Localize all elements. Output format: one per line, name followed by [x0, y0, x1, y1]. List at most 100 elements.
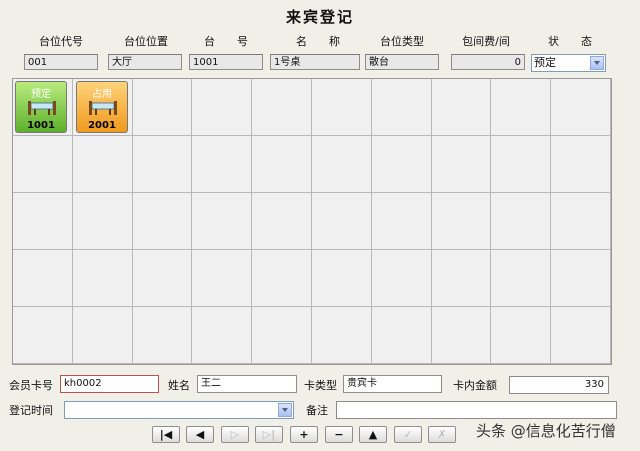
table-tile-status: 预定	[31, 89, 51, 100]
grid-cell[interactable]	[551, 193, 611, 250]
table-no-field[interactable]: 1001	[189, 54, 263, 70]
column-header-status: 状 态	[548, 35, 592, 48]
grid-cell[interactable]	[72, 193, 133, 250]
grid-cell[interactable]	[312, 250, 372, 307]
grid-cell[interactable]	[491, 136, 552, 193]
first-record-button[interactable]: |◀	[152, 426, 180, 443]
dining-table-icon	[89, 101, 117, 115]
grid-cell[interactable]	[371, 307, 432, 364]
grid-cell[interactable]	[72, 136, 133, 193]
watermark-text: 头条 @信息化苦行僧	[476, 422, 616, 440]
remark-input[interactable]	[336, 401, 617, 419]
grid-cell[interactable]	[551, 79, 611, 136]
grid-cell[interactable]	[13, 250, 73, 307]
grid-cell[interactable]	[431, 250, 492, 307]
status-select[interactable]: 预定	[531, 54, 606, 72]
prev-record-button[interactable]: ◀	[186, 426, 214, 443]
grid-cell[interactable]	[13, 307, 73, 364]
grid-cell[interactable]	[72, 307, 133, 364]
column-header-name: 名 称	[296, 35, 340, 48]
grid-cell[interactable]	[132, 193, 193, 250]
grid-cell[interactable]	[192, 136, 253, 193]
grid-cell[interactable]	[491, 307, 552, 364]
grid-cell[interactable]	[132, 79, 193, 136]
delete-record-button[interactable]: −	[325, 426, 353, 443]
code-field[interactable]: 001	[24, 54, 98, 70]
grid-cell[interactable]	[252, 136, 312, 193]
plus-icon: +	[299, 428, 309, 441]
chevron-down-icon[interactable]	[278, 403, 292, 417]
card-balance-input[interactable]: 330	[509, 376, 609, 394]
grid-cell[interactable]	[252, 79, 312, 136]
last-record-button[interactable]: ▷|	[255, 426, 283, 443]
column-header-table-no: 台 号	[204, 35, 248, 48]
cancel-record-button[interactable]: ✗	[428, 426, 456, 443]
grid-cell[interactable]	[431, 79, 492, 136]
grid-cell[interactable]	[431, 193, 492, 250]
grid-cell[interactable]	[371, 136, 432, 193]
grid-cell[interactable]	[192, 307, 253, 364]
register-time-picker[interactable]	[64, 401, 294, 419]
grid-cell[interactable]	[312, 79, 372, 136]
table-tile-status: 占用	[92, 89, 112, 100]
add-record-button[interactable]: +	[290, 426, 318, 443]
status-select-value: 预定	[534, 56, 556, 69]
register-time-label: 登记时间	[9, 404, 53, 417]
grid-cell[interactable]	[132, 307, 193, 364]
grid-cell[interactable]	[312, 193, 372, 250]
grid-cell[interactable]	[13, 136, 73, 193]
table-grid: 预定 1001 占用 2001	[12, 78, 612, 365]
grid-cell[interactable]	[13, 193, 73, 250]
grid-cell[interactable]	[72, 250, 133, 307]
column-header-type: 台位类型	[380, 35, 424, 48]
first-record-icon: |◀	[159, 428, 173, 441]
table-tile-1001[interactable]: 预定 1001	[15, 81, 67, 133]
grid-cell[interactable]	[491, 193, 552, 250]
check-icon: ✓	[403, 428, 413, 441]
grid-cell[interactable]	[132, 250, 193, 307]
grid-cell[interactable]	[491, 250, 552, 307]
card-type-input[interactable]: 贵宾卡	[343, 375, 442, 393]
grid-cell[interactable]	[252, 250, 312, 307]
grid-cell[interactable]	[132, 136, 193, 193]
grid-cell[interactable]	[371, 193, 432, 250]
member-card-input[interactable]: kh0002	[60, 375, 159, 393]
dining-table-icon	[28, 101, 56, 115]
chevron-down-icon[interactable]	[590, 56, 604, 70]
edit-record-button[interactable]: ▲	[359, 426, 387, 443]
grid-cell[interactable]	[192, 193, 253, 250]
grid-cell[interactable]	[431, 307, 492, 364]
save-record-button[interactable]: ✓	[394, 426, 422, 443]
grid-cell[interactable]	[252, 193, 312, 250]
member-name-input[interactable]: 王二	[197, 375, 297, 393]
table-tile-2001[interactable]: 占用 2001	[76, 81, 128, 133]
member-name-label: 姓名	[168, 379, 190, 392]
type-field[interactable]: 散台	[365, 54, 439, 70]
grid-cell[interactable]	[192, 250, 253, 307]
member-card-label: 会员卡号	[9, 379, 53, 392]
grid-cell[interactable]	[551, 250, 611, 307]
grid-cell[interactable]	[551, 136, 611, 193]
grid-cell[interactable]	[192, 79, 253, 136]
page-title: 来宾登记	[285, 8, 354, 26]
grid-cell[interactable]	[551, 307, 611, 364]
room-fee-field[interactable]: 0	[451, 54, 525, 70]
card-balance-label: 卡内金额	[453, 379, 497, 392]
grid-cell[interactable]	[491, 79, 552, 136]
last-record-icon: ▷|	[262, 428, 276, 441]
grid-cell[interactable]	[371, 250, 432, 307]
grid-cell[interactable]	[312, 136, 372, 193]
x-icon: ✗	[437, 428, 447, 441]
column-header-location: 台位位置	[124, 35, 168, 48]
grid-cell[interactable]	[431, 136, 492, 193]
next-record-icon: ▷	[230, 428, 240, 441]
next-record-button[interactable]: ▷	[221, 426, 249, 443]
grid-cell[interactable]	[252, 307, 312, 364]
grid-cell[interactable]	[371, 79, 432, 136]
name-field[interactable]: 1号桌	[270, 54, 360, 70]
table-tile-number: 1001	[27, 120, 55, 131]
grid-cell[interactable]	[312, 307, 372, 364]
table-tile-number: 2001	[88, 120, 116, 131]
remark-label: 备注	[306, 404, 328, 417]
location-field[interactable]: 大厅	[108, 54, 182, 70]
